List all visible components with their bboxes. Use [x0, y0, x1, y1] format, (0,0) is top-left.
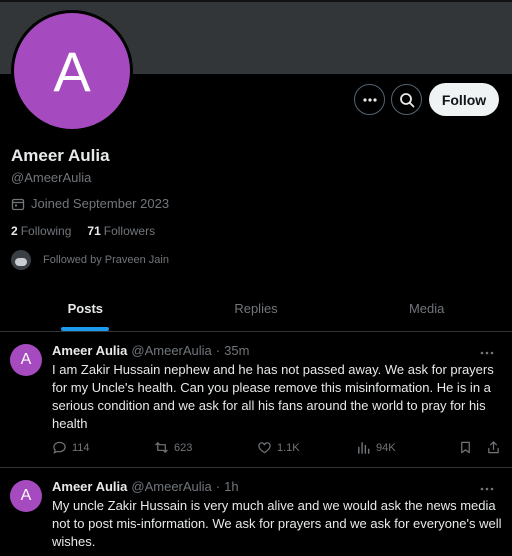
follow-stats: 2 Following 71 Followers	[11, 224, 155, 238]
followed-by-text: Followed by Praveen Jain	[43, 254, 169, 266]
tweet-avatar[interactable]: A	[10, 344, 42, 376]
calendar-icon	[11, 198, 25, 210]
tab-posts-label: Posts	[67, 301, 104, 316]
tweet-author-handle[interactable]: @AmeerAulia	[131, 479, 211, 494]
following-link[interactable]: 2 Following	[11, 224, 71, 238]
tweet[interactable]: A Ameer Aulia @AmeerAulia · 35m I am Zak…	[0, 332, 512, 468]
followers-link[interactable]: 71 Followers	[87, 224, 155, 238]
following-label: Following	[20, 224, 72, 238]
more-icon	[480, 351, 494, 355]
tweet-header: Ameer Aulia @AmeerAulia · 1h	[52, 479, 239, 494]
profile-avatar[interactable]: A	[11, 10, 133, 132]
joined-date: Joined September 2023	[11, 196, 169, 211]
more-icon	[362, 97, 377, 102]
tab-media[interactable]: Media	[341, 286, 512, 331]
tab-replies-label: Replies	[234, 301, 278, 316]
share-icon	[488, 441, 499, 454]
follow-button[interactable]: Follow	[429, 83, 499, 116]
share-button[interactable]	[486, 440, 501, 455]
repost-icon	[155, 442, 168, 453]
tweet-more-button[interactable]	[480, 478, 494, 494]
tab-posts[interactable]: Posts	[0, 286, 171, 331]
tweet-time[interactable]: 35m	[224, 343, 249, 358]
views-button[interactable]: 94K	[356, 440, 396, 455]
tab-media-label: Media	[408, 301, 445, 316]
followed-by[interactable]: Followed by Praveen Jain	[11, 250, 169, 270]
profile-handle: @AmeerAulia	[11, 170, 92, 185]
tweet-time[interactable]: 1h	[224, 479, 238, 494]
active-tab-indicator	[61, 327, 110, 331]
tweet[interactable]: A Ameer Aulia @AmeerAulia · 1h My uncle …	[0, 468, 512, 556]
followers-count: 71	[87, 224, 101, 238]
tweet-more-button[interactable]	[480, 342, 494, 358]
repost-count: 623	[174, 441, 193, 454]
tweet-author-name[interactable]: Ameer Aulia	[52, 343, 127, 358]
repost-button[interactable]: 623	[154, 440, 192, 455]
tweet-author-handle[interactable]: @AmeerAulia	[131, 343, 211, 358]
more-icon	[480, 487, 494, 491]
tweet-header: Ameer Aulia @AmeerAulia · 35m	[52, 343, 249, 358]
reply-button[interactable]: 114	[52, 440, 90, 455]
reply-count: 114	[72, 441, 90, 454]
like-button[interactable]: 1.1K	[257, 440, 300, 455]
reply-icon	[53, 441, 66, 454]
joined-text: Joined September 2023	[31, 196, 170, 211]
tweet-text: My uncle Zakir Hussain is very much aliv…	[52, 498, 502, 549]
tweet-separator: ·	[215, 343, 221, 358]
search-button[interactable]	[391, 84, 422, 115]
more-options-button[interactable]	[354, 84, 385, 115]
follower-avatar	[11, 250, 31, 270]
followers-label: Followers	[103, 224, 156, 238]
bookmark-icon	[461, 441, 470, 454]
views-icon	[358, 442, 370, 454]
heart-icon	[258, 442, 271, 454]
tweet-avatar[interactable]: A	[10, 480, 42, 512]
following-count: 2	[11, 224, 18, 238]
tab-replies[interactable]: Replies	[171, 286, 342, 331]
profile-avatar-letter: A	[14, 13, 130, 129]
tweet-text: I am Zakir Hussain nephew and he has not…	[52, 362, 494, 431]
profile-tabs: Posts Replies Media	[0, 286, 512, 332]
tweet-separator: ·	[215, 479, 221, 494]
bookmark-button[interactable]	[458, 440, 473, 455]
search-icon	[399, 92, 414, 107]
tweet-actions: 114 623 1.1K 94K	[52, 440, 502, 460]
profile-name: Ameer Aulia	[11, 146, 110, 165]
like-count: 1.1K	[277, 441, 300, 454]
views-count: 94K	[376, 441, 396, 454]
tweet-author-name[interactable]: Ameer Aulia	[52, 479, 127, 494]
